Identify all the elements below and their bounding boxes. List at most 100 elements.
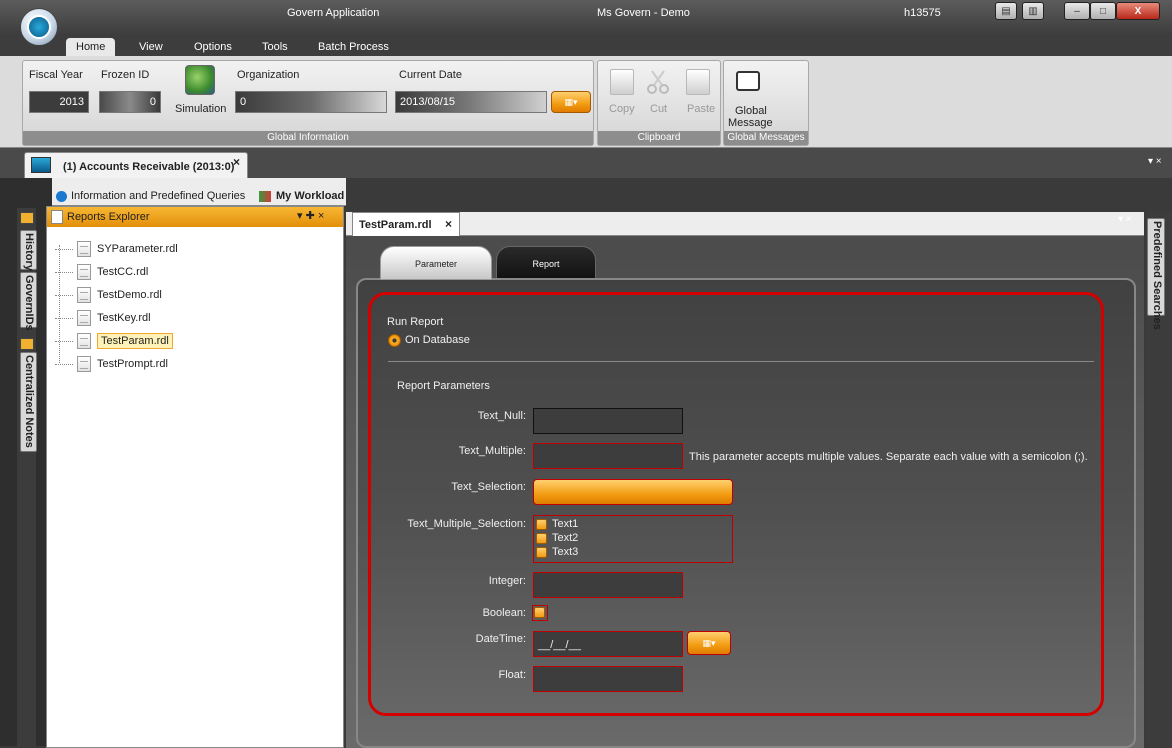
tab-testparam[interactable]: TestParam.rdl × bbox=[352, 212, 460, 236]
global-message-line2[interactable]: Message bbox=[728, 117, 773, 129]
strip-menu-icon[interactable]: ▾ × bbox=[1148, 156, 1162, 167]
global-messages-group: Global Message Global Messages bbox=[723, 60, 809, 146]
option-checkbox[interactable] bbox=[536, 547, 547, 558]
file-icon bbox=[77, 333, 91, 349]
copy-label[interactable]: Copy bbox=[609, 103, 635, 115]
list-item[interactable]: TestDemo.rdl bbox=[55, 285, 162, 305]
run-report-label: Run Report bbox=[387, 316, 444, 328]
tab-report[interactable]: Report bbox=[496, 246, 596, 280]
list-item[interactable]: TestPrompt.rdl bbox=[55, 354, 168, 374]
fiscal-year-field[interactable]: 2013 bbox=[29, 91, 89, 113]
file-icon bbox=[77, 356, 91, 372]
list-item-selected[interactable]: TestParam.rdl bbox=[55, 331, 173, 351]
report-parameters-heading: Report Parameters bbox=[397, 380, 490, 392]
file-icon bbox=[77, 241, 91, 257]
frozen-id-field[interactable]: 0 bbox=[99, 91, 161, 113]
datetime-input[interactable]: __/__/__ bbox=[533, 631, 683, 657]
option-label[interactable]: Text2 bbox=[552, 532, 578, 544]
side-tab-governids-label: GovernIDs bbox=[23, 275, 35, 331]
tab-accounts-receivable[interactable]: (1) Accounts Receivable (2013:0) × bbox=[24, 152, 248, 178]
report-tab-label: TestParam.rdl bbox=[359, 219, 432, 231]
organization-field[interactable]: 0 bbox=[235, 91, 387, 113]
side-tab-history-label: History bbox=[23, 233, 35, 271]
option-checkbox[interactable] bbox=[536, 533, 547, 544]
simulation-icon[interactable] bbox=[185, 65, 215, 95]
side-tab-governids[interactable]: GovernIDs bbox=[20, 272, 37, 331]
option-checkbox[interactable] bbox=[536, 519, 547, 530]
sub-tab-strip: Information and Predefined Queries My Wo… bbox=[52, 178, 346, 206]
on-database-label[interactable]: On Database bbox=[405, 334, 470, 346]
cut-label[interactable]: Cut bbox=[650, 103, 667, 115]
tree-connector bbox=[59, 245, 60, 363]
title-bar: Govern Application Ms Govern - Demo h135… bbox=[0, 0, 1172, 36]
highlight-outline bbox=[368, 292, 1104, 716]
close-icon[interactable]: × bbox=[445, 217, 452, 231]
tab-view[interactable]: View bbox=[139, 38, 163, 56]
on-database-radio[interactable] bbox=[388, 334, 401, 347]
list-item[interactable]: SYParameter.rdl bbox=[55, 239, 178, 259]
tab-tools[interactable]: Tools bbox=[262, 38, 288, 56]
simulation-label[interactable]: Simulation bbox=[175, 103, 226, 115]
datetime-label: DateTime: bbox=[475, 633, 526, 645]
calendar-icon[interactable]: ▦▾ bbox=[551, 91, 591, 113]
option-label[interactable]: Text1 bbox=[552, 518, 578, 530]
copy-icon[interactable] bbox=[610, 69, 634, 95]
maximize-button[interactable]: □ bbox=[1090, 2, 1116, 20]
tab-batch-process[interactable]: Batch Process bbox=[318, 38, 389, 56]
list-item[interactable]: TestCC.rdl bbox=[55, 262, 148, 282]
tab-information-predefined-queries[interactable]: Information and Predefined Queries bbox=[71, 190, 245, 202]
integer-label: Integer: bbox=[488, 575, 526, 587]
reports-explorer-panel: Reports Explorer ▾ ✚ × SYParameter.rdl T… bbox=[46, 206, 344, 748]
panel-controls-icon[interactable]: ▾ ✚ × bbox=[297, 209, 324, 222]
close-icon[interactable]: × bbox=[233, 155, 240, 169]
document-tab-strip: (1) Accounts Receivable (2013:0) × ▾ × bbox=[0, 148, 1172, 178]
file-label: TestPrompt.rdl bbox=[97, 358, 168, 370]
document-tab-label: (1) Accounts Receivable (2013:0) bbox=[63, 161, 235, 173]
file-icon bbox=[77, 264, 91, 280]
envelope-icon[interactable] bbox=[736, 71, 760, 91]
layout-icon-1[interactable]: ▤ bbox=[995, 2, 1017, 20]
float-input[interactable] bbox=[533, 666, 683, 692]
current-date-field[interactable]: 2013/08/15 bbox=[395, 91, 547, 113]
tab-my-workload[interactable]: My Workload bbox=[276, 190, 344, 202]
text-multiple-input[interactable] bbox=[533, 443, 683, 469]
pin-icon-2[interactable] bbox=[20, 338, 34, 350]
text-null-label: Text_Null: bbox=[477, 410, 526, 422]
file-label: TestKey.rdl bbox=[97, 312, 151, 324]
tab-options[interactable]: Options bbox=[194, 38, 232, 56]
side-tab-centralized-notes-label: Centralized Notes bbox=[23, 355, 35, 448]
list-item[interactable]: TestKey.rdl bbox=[55, 308, 151, 328]
option-label[interactable]: Text3 bbox=[552, 546, 578, 558]
report-tab-strip bbox=[346, 212, 1144, 236]
integer-input[interactable] bbox=[533, 572, 683, 598]
global-message-line1[interactable]: Global bbox=[735, 105, 767, 117]
file-label: TestDemo.rdl bbox=[97, 289, 162, 301]
paste-label[interactable]: Paste bbox=[687, 103, 715, 115]
boolean-checkbox[interactable] bbox=[534, 607, 545, 618]
side-tab-centralized-notes[interactable]: Centralized Notes bbox=[20, 352, 37, 452]
pin-icon[interactable] bbox=[20, 212, 34, 224]
layout-icon-2[interactable]: ▥ bbox=[1022, 2, 1044, 20]
organization-label: Organization bbox=[237, 69, 300, 81]
cut-icon[interactable] bbox=[646, 69, 670, 95]
workload-icon bbox=[259, 191, 271, 202]
divider bbox=[388, 361, 1094, 362]
minimize-button[interactable]: – bbox=[1064, 2, 1090, 20]
tab-home[interactable]: Home bbox=[66, 38, 116, 56]
side-tab-predefined-searches[interactable]: Predefined Searches bbox=[1147, 218, 1165, 330]
info-icon bbox=[56, 191, 67, 202]
paste-icon[interactable] bbox=[686, 69, 710, 95]
file-label: TestParam.rdl bbox=[97, 333, 173, 349]
text-multiple-label: Text_Multiple: bbox=[458, 445, 526, 457]
side-tab-history[interactable]: History bbox=[20, 230, 37, 271]
text-null-input[interactable] bbox=[533, 408, 683, 434]
datetime-calendar-icon[interactable]: ▦▾ bbox=[687, 631, 731, 655]
text-multiple-hint: This parameter accepts multiple values. … bbox=[689, 451, 1088, 463]
global-information-footer: Global Information bbox=[23, 131, 593, 145]
text-selection-dropdown[interactable] bbox=[533, 479, 733, 505]
close-button[interactable]: X bbox=[1116, 2, 1160, 20]
report-strip-menu-icon[interactable]: ▾ × bbox=[1118, 214, 1132, 225]
window-title: Ms Govern - Demo bbox=[597, 7, 690, 19]
app-menu-orb-icon[interactable] bbox=[20, 8, 58, 46]
tab-parameter[interactable]: Parameter bbox=[380, 246, 492, 280]
